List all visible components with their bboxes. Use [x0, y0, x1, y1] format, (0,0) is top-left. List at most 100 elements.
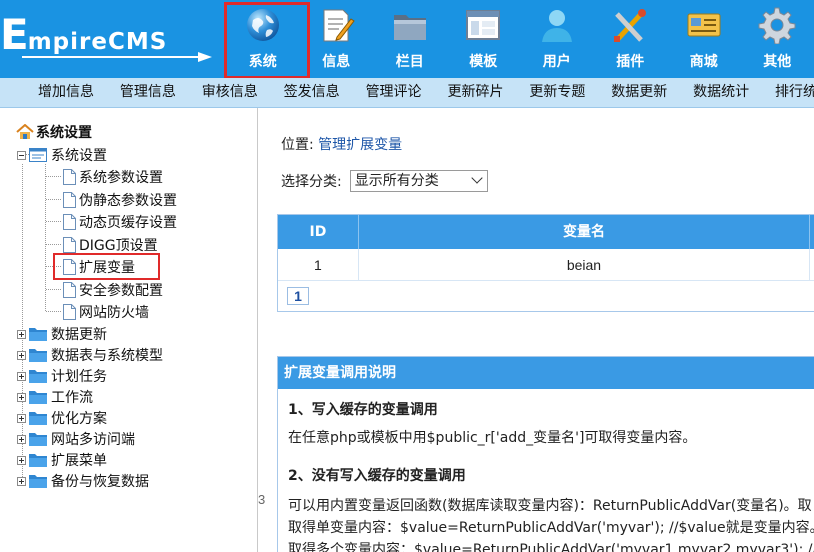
- settings-window-icon: [29, 148, 47, 162]
- nav-label: 栏目: [395, 54, 424, 70]
- cell-more: [810, 249, 814, 280]
- document-edit-icon: [323, 9, 355, 42]
- nav-system[interactable]: 系统: [226, 0, 300, 78]
- tree-group-label: 系统设置: [51, 148, 107, 164]
- expand-icon[interactable]: [17, 455, 26, 465]
- quick-menu-item[interactable]: 签发信息: [284, 78, 340, 107]
- tree-root-label: 系统设置: [36, 125, 92, 141]
- nav-info[interactable]: 信息: [300, 0, 374, 78]
- sidebar-tree: 系统设置 系统设置 系统参数设置 伪静态参数设置 动态页缓存设置 DIGG顶设置…: [0, 108, 258, 552]
- expand-icon[interactable]: [17, 392, 26, 402]
- tree-item-page-cache[interactable]: 动态页缓存设置: [63, 212, 177, 232]
- empirecms-logo[interactable]: EmpireCMS: [0, 0, 222, 78]
- quick-menu-item[interactable]: 更新碎片: [447, 78, 503, 107]
- page-icon: [63, 304, 76, 320]
- folder-icon: [29, 454, 47, 467]
- expand-icon[interactable]: [17, 329, 26, 339]
- tree-folder-ext-menu[interactable]: 扩展菜单: [17, 450, 107, 470]
- window-template-icon: [466, 10, 501, 40]
- expand-icon[interactable]: [17, 434, 26, 444]
- column-header-id: ID: [278, 215, 359, 249]
- location-breadcrumb: 位置: 管理扩展变量: [281, 134, 402, 154]
- quick-menu-item[interactable]: 数据统计: [693, 78, 749, 107]
- category-select[interactable]: 显示所有分类: [349, 170, 488, 192]
- cell-name: beian: [359, 249, 811, 280]
- help-panel: 扩展变量调用说明 1、写入缓存的变量调用 在任意php或模板中用$public_…: [277, 356, 814, 552]
- quick-menu-item[interactable]: 数据更新: [611, 78, 667, 107]
- page-icon: [63, 282, 76, 298]
- location-link[interactable]: 管理扩展变量: [318, 137, 402, 153]
- tree-folder-label: 扩展菜单: [51, 453, 107, 469]
- table-row[interactable]: 1 beian: [278, 249, 814, 281]
- tree-item-rewrite[interactable]: 伪静态参数设置: [63, 190, 177, 210]
- tree-item-label: 网站防火墙: [79, 305, 149, 321]
- help-body: 1、写入缓存的变量调用 在任意php或模板中用$public_r['add_变量…: [278, 389, 814, 552]
- tree-root[interactable]: 系统设置: [16, 122, 92, 142]
- tree-item-security[interactable]: 安全参数配置: [63, 280, 163, 300]
- location-prefix: 位置:: [281, 137, 319, 153]
- folder-icon: [393, 15, 426, 40]
- pagination: 1: [278, 281, 814, 311]
- column-header-name: 变量名: [359, 215, 811, 249]
- collapse-icon[interactable]: [17, 150, 26, 160]
- nav-column[interactable]: 栏目: [373, 0, 447, 78]
- tree-folder-backup[interactable]: 备份与恢复数据: [17, 471, 149, 491]
- tree-item-digg[interactable]: DIGG顶设置: [63, 235, 158, 255]
- quick-menu-item[interactable]: 更新专题: [529, 78, 585, 107]
- quick-menu-item[interactable]: 管理信息: [120, 78, 176, 107]
- main-content: 位置: 管理扩展变量 选择分类: 显示所有分类 ID 变量名 1 beian 1…: [264, 108, 814, 552]
- tree-item-label: 伪静态参数设置: [79, 193, 177, 209]
- expand-icon[interactable]: [17, 371, 26, 381]
- nav-other[interactable]: 其他: [741, 0, 814, 78]
- nav-user[interactable]: 用户: [520, 0, 594, 78]
- nav-label: 商城: [689, 54, 718, 70]
- user-icon: [541, 10, 572, 42]
- help-heading-2: 2、没有写入缓存的变量调用: [288, 468, 466, 484]
- tree-folder-tasks[interactable]: 计划任务: [17, 366, 107, 386]
- tree-folder-label: 网站多访问端: [51, 432, 135, 448]
- tree-folder-optimize[interactable]: 优化方案: [17, 408, 107, 428]
- expand-icon[interactable]: [17, 413, 26, 423]
- tree-group-system[interactable]: 系统设置: [17, 145, 107, 165]
- help-text-3: 取得单变量内容：$value=ReturnPublicAddVar('myvar…: [288, 520, 814, 536]
- tree-folder-table-model[interactable]: 数据表与系统模型: [17, 345, 163, 365]
- nav-template[interactable]: 模板: [447, 0, 521, 78]
- page-icon: [63, 169, 76, 185]
- table-header: ID 变量名: [278, 215, 814, 249]
- tools-icon: [614, 9, 647, 42]
- tree-folder-workflow[interactable]: 工作流: [17, 387, 93, 407]
- folder-icon: [29, 391, 47, 404]
- card-icon: [687, 13, 721, 37]
- nav-plugin[interactable]: 插件: [594, 0, 668, 78]
- quick-menu-item[interactable]: 管理评论: [366, 78, 422, 107]
- quick-menu-item[interactable]: 审核信息: [202, 78, 258, 107]
- folder-icon: [29, 475, 47, 488]
- quick-menu-item[interactable]: 增加信息: [38, 78, 94, 107]
- page-icon: [63, 237, 76, 253]
- folder-icon: [29, 328, 47, 341]
- nav-label: 系统: [248, 54, 277, 70]
- tree-item-firewall[interactable]: 网站防火墙: [63, 302, 149, 322]
- tree-item-label: DIGG顶设置: [79, 238, 158, 254]
- tree-folder-multi-access[interactable]: 网站多访问端: [17, 429, 135, 449]
- page-number[interactable]: 1: [287, 287, 309, 305]
- logo-arrow-icon: [22, 52, 212, 62]
- tree-item-system-params[interactable]: 系统参数设置: [63, 167, 163, 187]
- tree-folder-label: 备份与恢复数据: [51, 474, 149, 490]
- globe-icon: [246, 9, 279, 41]
- help-text-4: 取得多个变量内容：$value=ReturnPublicAddVar('myva…: [288, 542, 814, 552]
- folder-icon: [29, 349, 47, 362]
- expand-icon[interactable]: [17, 350, 26, 360]
- quick-menu-item[interactable]: 排行统: [775, 78, 814, 107]
- tree-folder-label: 优化方案: [51, 411, 107, 427]
- nav-shop[interactable]: 商城: [667, 0, 741, 78]
- expand-icon[interactable]: [17, 476, 26, 486]
- tree-folder-data-update[interactable]: 数据更新: [17, 324, 107, 344]
- tree-item-extend-var[interactable]: 扩展变量: [63, 257, 135, 277]
- folder-icon: [29, 433, 47, 446]
- nav-label: 模板: [469, 54, 498, 70]
- tree-folder-label: 数据更新: [51, 327, 107, 343]
- page-icon: [63, 259, 76, 275]
- variables-table: ID 变量名 1 beian 1: [277, 214, 814, 312]
- top-header: EmpireCMS 系统 信息 栏目 模板 用户 插件 商城 其他: [0, 0, 814, 78]
